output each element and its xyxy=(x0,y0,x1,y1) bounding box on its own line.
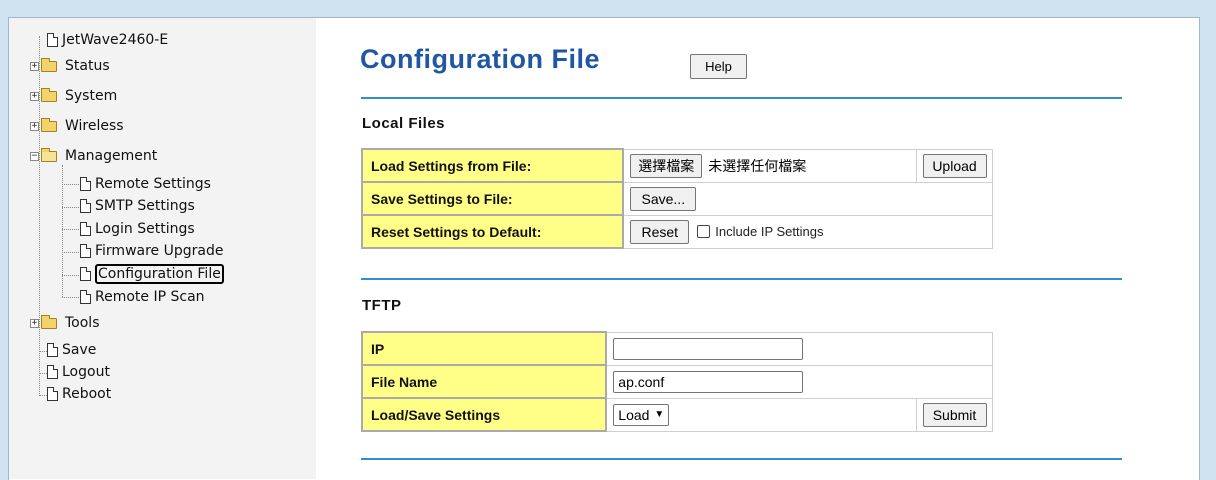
tree-item-logout[interactable]: Logout xyxy=(47,362,110,382)
tree-item-management-label: Management xyxy=(65,148,158,164)
divider xyxy=(361,97,1122,99)
expand-icon[interactable]: + xyxy=(30,121,39,131)
tftp-ip-label: IP xyxy=(360,331,608,366)
tree-item-remote-ip-scan[interactable]: Remote IP Scan xyxy=(80,287,205,307)
tree-item-device[interactable]: JetWave2460-E xyxy=(47,30,168,50)
choose-file-button[interactable]: 選擇檔案 xyxy=(630,153,703,178)
tree-item-system-label: System xyxy=(65,88,118,104)
tree-item-login-settings-label: Login Settings xyxy=(95,221,195,237)
chevron-down-icon: ▼ xyxy=(654,409,665,420)
tree-item-remote-settings-label: Remote Settings xyxy=(95,176,211,192)
load-settings-label: Load Settings from File: xyxy=(360,148,625,183)
tftp-table: IP File Name ap.conf Load/Save Settings … xyxy=(360,331,994,432)
file-icon xyxy=(80,244,91,258)
tree-item-wireless-label: Wireless xyxy=(65,118,124,134)
folder-icon xyxy=(41,117,57,132)
file-icon xyxy=(80,290,91,304)
divider xyxy=(361,458,1122,460)
divider xyxy=(361,278,1122,280)
tree-item-status-label: Status xyxy=(65,58,110,74)
expand-icon[interactable]: + xyxy=(30,91,39,101)
collapse-icon[interactable]: − xyxy=(30,151,39,161)
file-icon xyxy=(47,343,58,357)
file-icon xyxy=(80,199,91,213)
submit-button[interactable]: Submit xyxy=(922,402,987,427)
local-files-table: Load Settings from File: 選擇檔案 未選擇任何檔案 Up… xyxy=(360,148,994,249)
file-icon xyxy=(47,365,58,379)
tree-item-logout-label: Logout xyxy=(62,364,110,380)
tree-item-smtp-settings-label: SMTP Settings xyxy=(95,198,195,214)
tree-item-remote-ip-scan-label: Remote IP Scan xyxy=(95,289,205,305)
section-title-tftp: TFTP xyxy=(362,297,402,314)
tftp-load-save-label: Load/Save Settings xyxy=(360,397,608,432)
save-settings-label: Save Settings to File: xyxy=(360,181,625,216)
tftp-file-name-input[interactable]: ap.conf xyxy=(613,370,804,393)
table-row: File Name ap.conf xyxy=(360,364,994,399)
section-title-local-files: Local Files xyxy=(362,115,446,132)
tree-item-management[interactable]: − Management xyxy=(30,146,157,166)
load-save-select[interactable]: Load ▼ xyxy=(613,403,670,426)
tree-item-tools-label: Tools xyxy=(65,315,100,331)
table-row: Load/Save Settings Load ▼ Submit xyxy=(360,397,993,432)
no-file-chosen-text: 未選擇任何檔案 xyxy=(708,157,807,174)
file-icon xyxy=(47,33,58,47)
tree-item-firmware-upgrade-label: Firmware Upgrade xyxy=(95,243,224,259)
save-file-button[interactable]: Save... xyxy=(630,186,697,211)
upload-button[interactable]: Upload xyxy=(922,153,987,178)
table-row: Load Settings from File: 選擇檔案 未選擇任何檔案 Up… xyxy=(360,148,993,183)
tree-item-reboot[interactable]: Reboot xyxy=(47,384,111,404)
tree-item-save-label: Save xyxy=(62,342,97,358)
tree-item-firmware-upgrade[interactable]: Firmware Upgrade xyxy=(80,241,223,261)
reset-settings-label: Reset Settings to Default: xyxy=(360,214,625,249)
sidebar-tree: JetWave2460-E + Status + System + Wirele… xyxy=(9,18,316,479)
table-row: Reset Settings to Default: Reset Include… xyxy=(360,214,994,249)
tree-item-status[interactable]: + Status xyxy=(30,56,110,76)
expand-icon[interactable]: + xyxy=(30,318,39,328)
tree-item-remote-settings[interactable]: Remote Settings xyxy=(80,174,211,194)
tree-item-system[interactable]: + System xyxy=(30,86,117,106)
include-ip-label: Include IP Settings xyxy=(715,224,824,239)
tftp-ip-input[interactable] xyxy=(613,337,804,360)
file-icon xyxy=(80,267,91,281)
help-button[interactable]: Help xyxy=(690,54,747,79)
tree-item-tools[interactable]: + Tools xyxy=(30,313,100,333)
reset-button[interactable]: Reset xyxy=(630,219,690,244)
include-ip-checkbox[interactable] xyxy=(697,225,711,238)
file-icon xyxy=(80,177,91,191)
folder-icon xyxy=(41,87,57,102)
tree-item-configuration-file[interactable]: Configuration File xyxy=(80,264,224,284)
load-save-selected-value: Load xyxy=(618,406,650,423)
expand-icon[interactable]: + xyxy=(30,61,39,71)
folder-icon xyxy=(41,314,57,329)
tftp-file-name-label: File Name xyxy=(360,364,608,399)
file-icon xyxy=(47,387,58,401)
tree-item-configuration-file-label: Configuration File xyxy=(95,264,224,284)
file-icon xyxy=(80,222,91,236)
tree-item-wireless[interactable]: + Wireless xyxy=(30,116,124,136)
table-row: Save Settings to File: Save... xyxy=(360,181,994,216)
tree-item-smtp-settings[interactable]: SMTP Settings xyxy=(80,196,195,216)
tree-item-device-label: JetWave2460-E xyxy=(62,32,169,48)
tree-item-save[interactable]: Save xyxy=(47,340,96,360)
table-row: IP xyxy=(360,331,994,366)
open-folder-icon xyxy=(41,147,57,162)
folder-icon xyxy=(41,57,57,72)
tree-item-reboot-label: Reboot xyxy=(62,386,112,402)
page-title: Configuration File xyxy=(360,44,600,74)
tree-item-login-settings[interactable]: Login Settings xyxy=(80,219,195,239)
